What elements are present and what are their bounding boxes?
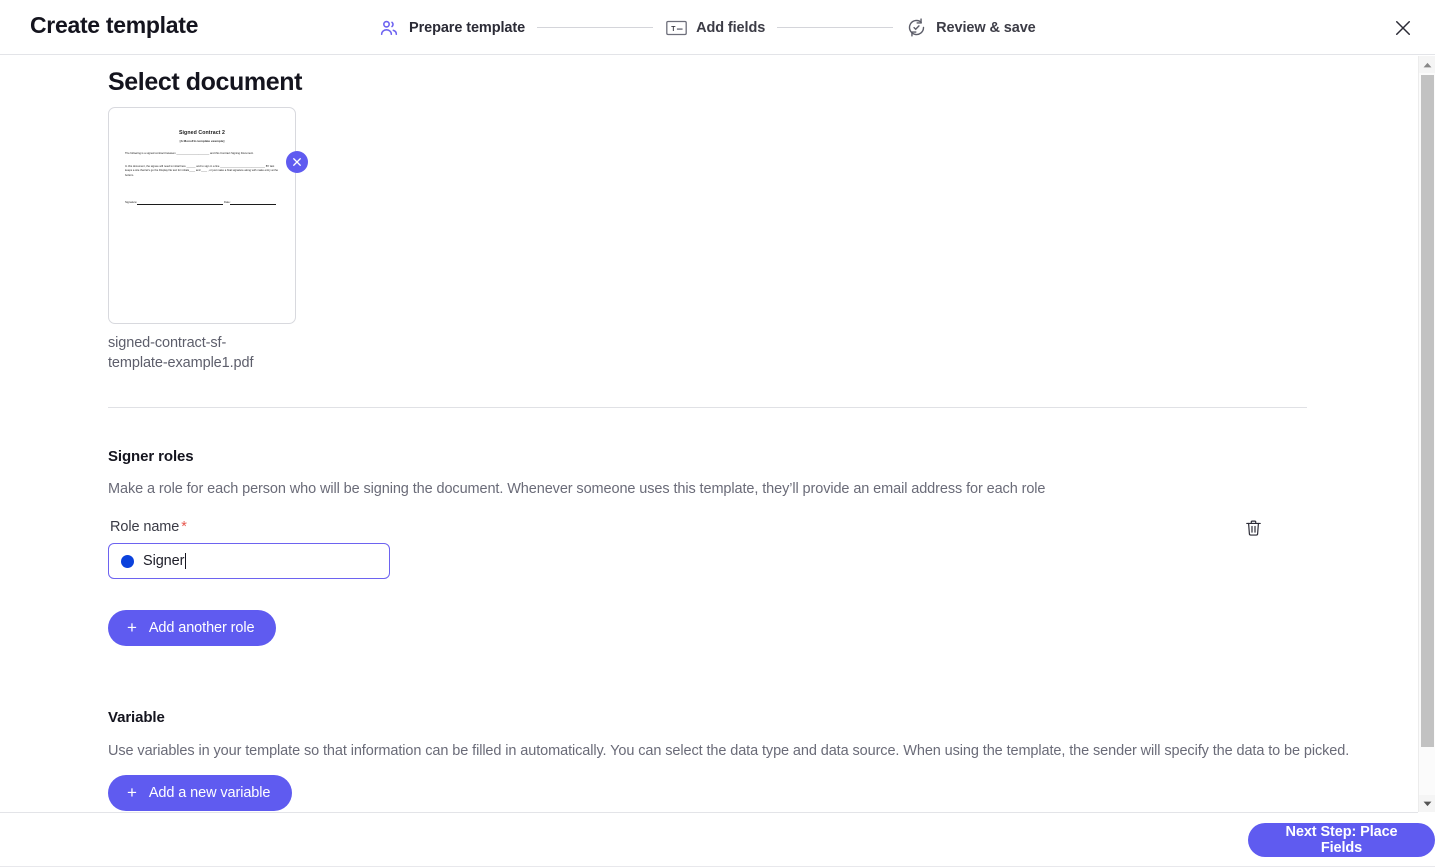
document-preview-paragraph-1: The following is a signed contract betwe…	[125, 152, 254, 155]
required-marker: *	[181, 519, 187, 535]
variable-description: Use variables in your template so that i…	[108, 743, 1350, 759]
vertical-scrollbar[interactable]	[1418, 56, 1435, 812]
step-prepare-template[interactable]: Prepare template	[378, 17, 525, 39]
role-name-input[interactable]: Signer	[108, 543, 390, 579]
modal-body: Select document Signed Contract 2 [A Mon…	[0, 56, 1418, 812]
add-another-role-button[interactable]: + Add another role	[108, 610, 277, 646]
stepper-connector-1	[537, 27, 654, 28]
role-name-value: Signer	[143, 553, 185, 569]
document-preview-signature-line: Signature: Date:	[125, 201, 277, 205]
stepper-connector-2	[777, 27, 894, 28]
scrollbar-thumb[interactable]	[1421, 75, 1434, 747]
add-another-role-label: Add another role	[148, 620, 255, 636]
modal-header: Create template Prepare template T Add f…	[0, 0, 1435, 55]
users-icon	[378, 17, 400, 39]
next-step-place-fields-button[interactable]: Next Step: Place Fields	[1248, 823, 1435, 857]
scroll-down-arrow-icon[interactable]	[1419, 795, 1435, 812]
step-add-fields[interactable]: T Add fields	[665, 17, 765, 39]
document-preview-subtitle: [A MonoFlo template example]	[179, 139, 225, 143]
create-template-modal: Create template Prepare template T Add f…	[0, 0, 1435, 867]
variable-title: Variable	[108, 709, 165, 726]
text-caret	[185, 553, 187, 569]
signer-roles-description: Make a role for each person who will be …	[108, 481, 1046, 497]
review-sync-check-icon	[905, 17, 927, 39]
step-label-review-save: Review & save	[936, 19, 1036, 36]
document-thumbnail[interactable]: Signed Contract 2 [A MonoFlo template ex…	[108, 107, 296, 324]
step-review-save[interactable]: Review & save	[905, 17, 1036, 39]
plus-icon: +	[127, 618, 137, 637]
document-file-name: signed-contract-sf-template-example1.pdf	[108, 335, 254, 371]
text-field-icon: T	[665, 17, 687, 39]
section-heading-select-document: Select document	[108, 68, 303, 96]
role-name-label: Role name *	[110, 519, 187, 535]
scroll-up-arrow-icon[interactable]	[1419, 56, 1435, 73]
section-divider	[108, 407, 1307, 408]
document-preview-page: Signed Contract 2 [A MonoFlo template ex…	[109, 108, 295, 323]
step-label-prepare-template: Prepare template	[409, 19, 526, 36]
wizard-stepper: Prepare template T Add fields Review & s…	[378, 0, 1036, 55]
role-name-label-text: Role name	[110, 519, 180, 535]
add-new-variable-label: Add a new variable	[148, 785, 271, 801]
trash-icon[interactable]	[1240, 515, 1266, 541]
step-label-add-fields: Add fields	[696, 19, 766, 36]
add-new-variable-button[interactable]: + Add a new variable	[108, 775, 293, 811]
role-color-dot	[121, 554, 134, 568]
document-card: Signed Contract 2 [A MonoFlo template ex…	[108, 107, 308, 373]
document-preview-signature-label: Signature:	[125, 201, 138, 204]
page-title: Create template	[30, 12, 199, 38]
signer-roles-title: Signer roles	[108, 448, 194, 465]
plus-icon: +	[127, 783, 137, 802]
close-circle-icon[interactable]	[286, 151, 308, 173]
document-preview-paragraph-2: In this document, the signee will need t…	[125, 165, 279, 177]
modal-footer	[0, 812, 1418, 867]
svg-text:T: T	[671, 25, 676, 32]
document-preview-title: Signed Contract 2	[178, 130, 226, 136]
close-icon[interactable]	[1387, 12, 1419, 44]
